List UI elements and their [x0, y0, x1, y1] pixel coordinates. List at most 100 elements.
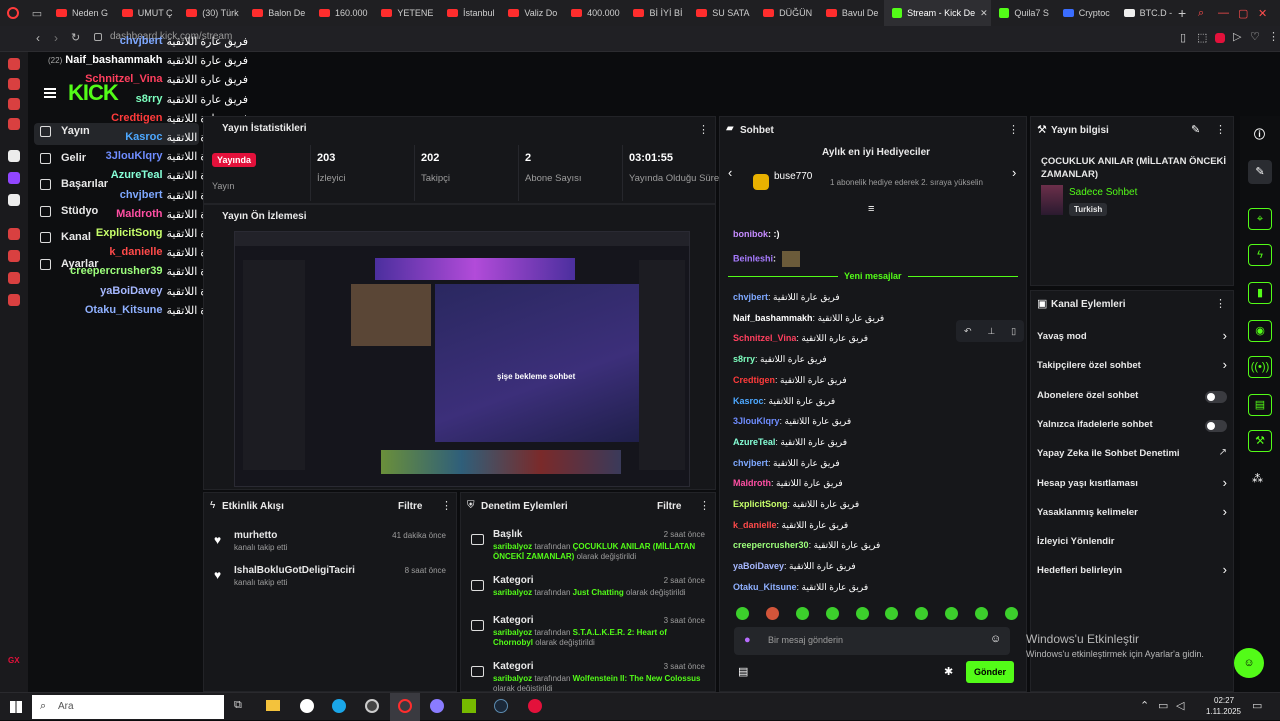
tool-1-icon[interactable]: ⌖ [1248, 208, 1272, 230]
more-menu-icon[interactable]: ⋮ [1268, 30, 1279, 43]
close-tab-icon[interactable]: ✕ [980, 8, 988, 19]
channel-action-item[interactable]: Yalnızca ifadelerle sohbet [1037, 417, 1227, 435]
tool-6-icon[interactable]: ▤ [1248, 394, 1272, 416]
back-icon[interactable]: ‹ [36, 31, 40, 45]
browser-tab[interactable]: Bavul De [818, 0, 884, 26]
scroll-down-icon[interactable]: ≡ [868, 203, 874, 215]
language-tag[interactable]: Turkish [1069, 203, 1108, 216]
send-button[interactable]: Gönder [966, 661, 1014, 683]
taskbar-search-box[interactable]: ⌕ Ara [32, 695, 224, 719]
app-1-icon[interactable] [300, 699, 314, 713]
browser-tab[interactable]: Stream - Kick De ✕ [884, 0, 992, 26]
network-icon[interactable]: ▭ [1158, 699, 1168, 712]
chat-username[interactable]: k_danielle [733, 520, 777, 530]
toggle-switch[interactable] [1205, 419, 1227, 432]
channel-action-item[interactable]: Yavaş mod › [1037, 328, 1227, 347]
browser-tab[interactable]: 400.000 [563, 0, 625, 26]
heart-icon[interactable]: ♡ [1250, 30, 1260, 43]
sidebar-history-icon[interactable] [8, 272, 20, 284]
volume-icon[interactable]: ◁ [1176, 699, 1184, 712]
browser-tab[interactable]: UMUT Ç [114, 0, 179, 26]
notification-center-icon[interactable]: ▭ [1252, 699, 1262, 712]
support-chat-icon[interactable]: ☺ [1234, 648, 1264, 678]
file-explorer-icon[interactable] [266, 700, 280, 711]
emote-icon[interactable] [975, 607, 988, 620]
stats-more-icon[interactable]: ⋮ [698, 123, 709, 136]
sidebar-news-icon[interactable] [8, 118, 20, 130]
moderation-actor[interactable]: saribalyoz [493, 674, 532, 683]
nvidia-icon[interactable] [462, 699, 476, 713]
chat-username[interactable]: bonibok [733, 229, 768, 239]
stream-info-more-icon[interactable]: ⋮ [1215, 123, 1226, 136]
sidebar-vpn-icon[interactable] [8, 98, 20, 110]
moderation-more-icon[interactable]: ⋮ [699, 499, 710, 512]
app-3-icon[interactable] [430, 699, 444, 713]
browser-tab[interactable]: YETENE [373, 0, 439, 26]
tool-5-icon[interactable]: ((•)) [1248, 356, 1272, 378]
browser-tab[interactable]: DÜĞÜN [755, 0, 818, 26]
gift-icon[interactable]: ▤ [738, 665, 748, 678]
opera-gx-icon[interactable] [390, 693, 420, 721]
browser-tab[interactable]: 160.000 [311, 0, 373, 26]
sidebar-tool-icon[interactable] [8, 250, 20, 262]
chat-username[interactable]: Kasroc [733, 396, 764, 406]
url-field[interactable]: dashboard.kick.com/stream [110, 31, 1180, 47]
emote-icon[interactable] [765, 607, 779, 620]
pencil-tool-icon[interactable]: ✎ [1248, 160, 1272, 184]
moderation-actor[interactable]: saribalyoz [493, 542, 532, 551]
tool-2-icon[interactable]: ϟ [1248, 244, 1272, 266]
search-tabs-icon[interactable]: ⌕ [1198, 7, 1218, 20]
tool-8-icon[interactable]: ⁂ [1252, 472, 1263, 485]
mic-icon[interactable]: ● [744, 634, 751, 646]
activity-user[interactable]: murhetto [234, 530, 277, 541]
steam-icon[interactable] [494, 699, 508, 713]
sidebar-kick-icon[interactable] [8, 150, 20, 162]
emoji-picker-icon[interactable]: ☺ [990, 633, 1001, 645]
play-icon[interactable]: ▷ [1233, 30, 1241, 43]
channel-action-item[interactable]: İzleyici Yönlendir [1037, 534, 1227, 552]
chat-username[interactable]: chvjbert [733, 292, 768, 302]
channel-action-item[interactable]: Abonelere özel sohbet [1037, 388, 1227, 406]
task-view-icon[interactable]: ⧉ [234, 699, 242, 712]
sidebar-twitch-icon[interactable] [8, 172, 20, 184]
activity-more-icon[interactable]: ⋮ [441, 499, 452, 512]
nav-item[interactable]: Başarılar [40, 178, 108, 190]
chat-username[interactable]: creepercrusher30 [733, 540, 809, 550]
chat-username[interactable]: yaBoiDavey [733, 561, 784, 571]
emote-icon[interactable] [795, 607, 809, 620]
emote-icon[interactable] [915, 607, 929, 620]
app-2-icon[interactable] [365, 699, 379, 713]
sidebar-instagram-icon[interactable] [8, 78, 20, 90]
chat-username[interactable]: ExplicitSong [733, 499, 788, 509]
channel-actions-more-icon[interactable]: ⋮ [1215, 297, 1226, 310]
extension-icon[interactable] [1215, 33, 1225, 43]
sidebar-gx-icon[interactable]: GX [8, 656, 20, 668]
activity-filter-button[interactable]: Filtre [398, 501, 422, 512]
reply-icon[interactable]: ↶ [964, 326, 972, 337]
activity-user[interactable]: IshalBokluGotDeligiTaciri [234, 565, 355, 576]
tool-4-icon[interactable]: ◉ [1248, 320, 1272, 342]
edge-icon[interactable] [332, 699, 346, 713]
windows-start-icon[interactable] [10, 701, 22, 713]
emote-icon[interactable] [1004, 607, 1018, 620]
toggle-switch[interactable] [1205, 390, 1227, 403]
tray-chevron-icon[interactable]: ⌃ [1140, 699, 1149, 712]
chat-username[interactable]: Beinleshi [733, 253, 773, 263]
chat-username[interactable]: s8rry [733, 354, 755, 364]
clock-date[interactable]: 1.11.2025 [1206, 707, 1241, 716]
browser-menu-icon[interactable] [0, 7, 26, 19]
chat-username[interactable]: AzureTeal [733, 437, 775, 447]
chat-settings-icon[interactable]: ✱ [944, 665, 953, 678]
gifters-prev-icon[interactable]: ‹ [728, 165, 732, 180]
tab-actions-icon[interactable]: ▭ [26, 7, 48, 20]
edit-icon[interactable]: ✎ [1191, 123, 1200, 136]
app-4-icon[interactable] [528, 699, 542, 713]
browser-tab[interactable]: BTC.D - [1116, 0, 1178, 26]
new-tab-icon[interactable]: + [1178, 5, 1198, 21]
emote-icon[interactable] [736, 607, 749, 620]
chat-more-icon[interactable]: ⋮ [1008, 123, 1019, 136]
hamburger-menu-icon[interactable] [44, 88, 56, 90]
screenshot-icon[interactable]: ⬚ [1197, 31, 1207, 44]
browser-tab[interactable]: Bİ İYİ Bİ [625, 0, 688, 26]
close-window-icon[interactable]: ✕ [1258, 7, 1280, 20]
